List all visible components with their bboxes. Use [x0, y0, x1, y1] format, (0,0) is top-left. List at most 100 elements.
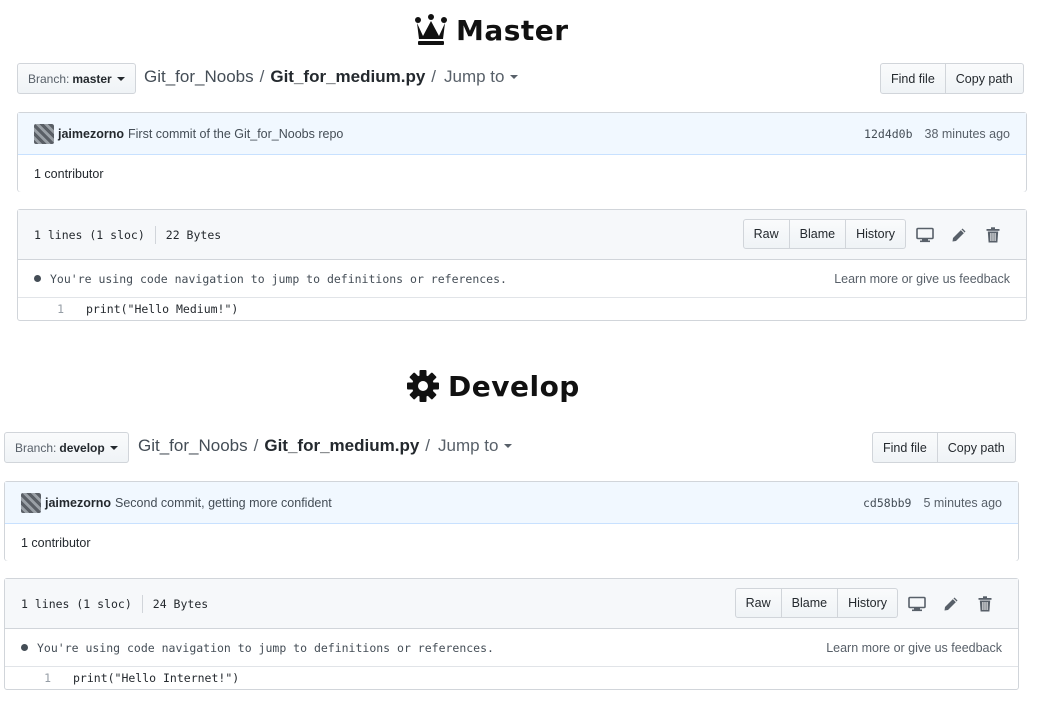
pencil-icon	[944, 597, 958, 610]
jump-to-menu[interactable]: Jump to	[438, 436, 512, 456]
path-separator: /	[425, 436, 431, 455]
chevron-down-icon	[116, 76, 125, 81]
file-header: 1 lines (1 sloc) 24 Bytes Raw Blame Hist…	[5, 579, 1018, 629]
delete-file-button[interactable]	[976, 220, 1010, 250]
develop-heading: Develop	[406, 366, 580, 406]
feedback-link[interactable]: Learn more or give us feedback	[834, 272, 1010, 286]
jump-to-label: Jump to	[444, 67, 505, 86]
desktop-icon	[916, 227, 934, 242]
commit-time: 5 minutes ago	[923, 495, 1002, 510]
copy-path-button[interactable]: Copy path	[945, 63, 1024, 94]
branch-selector[interactable]: Branch: develop	[4, 432, 129, 463]
code-navigation-banner: You're using code navigation to jump to …	[18, 260, 1026, 298]
contributors-row: 1 contributor	[18, 155, 1026, 192]
pencil-icon	[952, 228, 966, 241]
size-info: 24 Bytes	[152, 596, 209, 611]
master-heading: Master	[414, 10, 569, 50]
info-dot-icon	[21, 644, 28, 651]
section-title: Develop	[448, 369, 580, 403]
lines-info: 1 lines (1 sloc)	[34, 227, 145, 242]
latest-commit: jaimezorno Second commit, getting more c…	[5, 482, 1018, 524]
jump-to-menu[interactable]: Jump to	[444, 67, 518, 87]
file-name: Git_for_medium.py	[264, 436, 420, 455]
commit-author[interactable]: jaimezorno	[58, 127, 124, 141]
trash-icon	[986, 226, 1000, 242]
chevron-down-icon	[109, 445, 118, 450]
code-navigation-banner: You're using code navigation to jump to …	[5, 629, 1018, 667]
lines-info: 1 lines (1 sloc)	[21, 596, 132, 611]
info-dot-icon	[34, 275, 41, 282]
code-text: print("Hello Medium!")	[86, 302, 239, 316]
desktop-icon	[908, 596, 926, 611]
trash-icon	[978, 595, 992, 611]
view-buttons: Raw Blame History	[742, 219, 906, 250]
commit-message[interactable]: Second commit, getting more confident	[115, 496, 332, 510]
commit-box: jaimezorno First commit of the Git_for_N…	[17, 112, 1027, 192]
chevron-down-icon	[503, 444, 512, 448]
file-box: 1 lines (1 sloc) 24 Bytes Raw Blame Hist…	[4, 578, 1019, 690]
branch-name: master	[72, 71, 112, 86]
edit-file-button[interactable]	[934, 589, 968, 619]
open-desktop-button[interactable]	[908, 220, 942, 250]
delete-file-button[interactable]	[968, 589, 1002, 619]
blame-button[interactable]: Blame	[789, 219, 847, 249]
branch-name: develop	[59, 440, 105, 455]
feedback-link[interactable]: Learn more or give us feedback	[826, 641, 1002, 655]
commit-time: 38 minutes ago	[924, 126, 1010, 141]
commit-sha[interactable]: cd58bb9	[863, 496, 911, 510]
path-separator: /	[259, 67, 265, 86]
branch-label: Branch:	[15, 440, 57, 455]
file-header: 1 lines (1 sloc) 22 Bytes Raw Blame Hist…	[18, 210, 1026, 260]
file-box: 1 lines (1 sloc) 22 Bytes Raw Blame Hist…	[17, 209, 1027, 321]
repo-link[interactable]: Git_for_Noobs	[144, 67, 254, 87]
avatar[interactable]	[21, 492, 41, 513]
raw-button[interactable]: Raw	[734, 588, 782, 618]
file-nav-buttons: Find file Copy path	[880, 63, 1024, 94]
blame-button[interactable]: Blame	[781, 588, 839, 618]
edit-file-button[interactable]	[942, 220, 976, 250]
contributors-link[interactable]: 1 contributor	[21, 536, 90, 550]
file-name: Git_for_medium.py	[270, 67, 426, 86]
copy-path-button[interactable]: Copy path	[937, 432, 1016, 463]
commit-sha[interactable]: 12d4d0b	[864, 127, 912, 141]
code-navigation-message: You're using code navigation to jump to …	[50, 271, 507, 286]
history-button[interactable]: History	[846, 219, 906, 249]
open-desktop-button[interactable]	[900, 589, 934, 619]
divider	[141, 594, 143, 613]
commit-author[interactable]: jaimezorno	[45, 496, 111, 510]
contributors-row: 1 contributor	[5, 524, 1018, 561]
breadcrumb: Git_for_Noobs / Git_for_medium.py / Jump…	[138, 436, 512, 456]
contributors-link[interactable]: 1 contributor	[34, 167, 103, 181]
master-section: Branch: master Git_for_Noobs / Git_for_m…	[17, 63, 1027, 353]
path-separator: /	[253, 436, 259, 455]
code-navigation-message: You're using code navigation to jump to …	[37, 640, 494, 655]
divider	[154, 225, 156, 244]
section-title: Master	[456, 13, 569, 47]
gear-icon	[407, 370, 439, 402]
view-buttons: Raw Blame History	[734, 588, 898, 619]
history-button[interactable]: History	[838, 588, 898, 618]
jump-to-label: Jump to	[438, 436, 499, 455]
raw-button[interactable]: Raw	[742, 219, 790, 249]
commit-message[interactable]: First commit of the Git_for_Noobs repo	[128, 127, 343, 141]
crown-icon	[415, 14, 447, 45]
line-number[interactable]: 1	[18, 302, 64, 316]
size-info: 22 Bytes	[165, 227, 222, 242]
find-file-button[interactable]: Find file	[880, 63, 946, 94]
file-nav-buttons: Find file Copy path	[872, 432, 1016, 463]
chevron-down-icon	[509, 75, 518, 79]
develop-section: Branch: develop Git_for_Noobs / Git_for_…	[4, 432, 1019, 709]
branch-label: Branch:	[28, 71, 70, 86]
find-file-button[interactable]: Find file	[872, 432, 938, 463]
commit-box: jaimezorno Second commit, getting more c…	[4, 481, 1019, 561]
branch-selector[interactable]: Branch: master	[17, 63, 136, 94]
repo-link[interactable]: Git_for_Noobs	[138, 436, 248, 456]
latest-commit: jaimezorno First commit of the Git_for_N…	[18, 113, 1026, 155]
breadcrumb: Git_for_Noobs / Git_for_medium.py / Jump…	[144, 67, 518, 87]
code-line: 1 print("Hello Medium!")	[18, 298, 1026, 320]
path-separator: /	[431, 67, 437, 86]
code-line: 1 print("Hello Internet!")	[5, 667, 1018, 689]
line-number[interactable]: 1	[5, 671, 51, 685]
avatar[interactable]	[34, 123, 54, 144]
code-text: print("Hello Internet!")	[73, 671, 240, 685]
